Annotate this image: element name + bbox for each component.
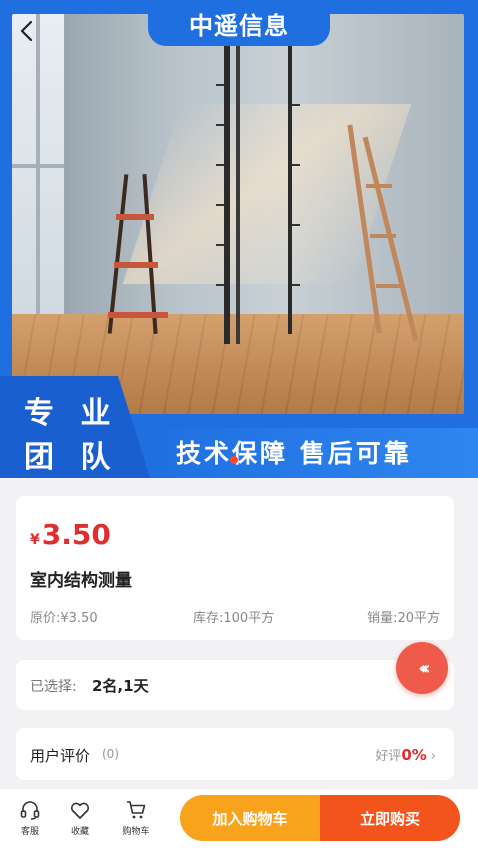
favorite-button[interactable]: 收藏 xyxy=(60,799,100,837)
headset-icon xyxy=(20,801,40,820)
selection-value: 2名,1天 xyxy=(92,677,149,695)
title-tab: 中遥信息 xyxy=(148,0,330,46)
page-title: 中遥信息 xyxy=(189,11,289,40)
good-rate-value: 0% xyxy=(401,746,427,764)
add-to-cart-button[interactable]: 加入购物车 xyxy=(180,795,320,841)
user-reviews-row[interactable]: 用户评价 (0) 好评0% › xyxy=(16,728,454,780)
carousel-indicator-dot xyxy=(230,456,238,464)
product-info-card: ¥3.50 室内结构测量 原价:¥3.50 库存:100平方 销量:20平方 xyxy=(16,496,454,640)
image-ruler xyxy=(236,44,240,344)
good-rate: 好评0% › xyxy=(375,745,436,764)
original-price: 原价:¥3.50 xyxy=(30,611,98,626)
triple-chevron-left-icon: ‹‹‹ xyxy=(418,657,430,679)
favorite-label: 收藏 xyxy=(70,827,89,837)
product-banner[interactable]: 中遥信息 专 业 团 队 技术保障 售后可靠 xyxy=(0,0,478,478)
customer-service-button[interactable]: 客服 xyxy=(10,799,50,837)
reviews-label: 用户评价 xyxy=(30,747,91,765)
service-label: 客服 xyxy=(20,827,39,837)
selection-label: 已选择: xyxy=(30,679,77,695)
good-rate-label: 好评 xyxy=(375,749,402,764)
heart-icon xyxy=(70,802,90,819)
floating-back-button[interactable]: ‹‹‹ xyxy=(396,642,448,694)
stock-info: 库存:100平方 xyxy=(193,611,275,626)
image-ladder xyxy=(347,124,419,344)
price-value: 3.50 xyxy=(41,518,111,551)
sales-info: 销量:20平方 xyxy=(367,611,440,626)
currency-symbol: ¥ xyxy=(30,532,40,548)
image-window xyxy=(12,14,70,344)
back-button[interactable] xyxy=(14,18,40,44)
slogan-line2: 团 队 xyxy=(24,440,119,475)
slogan-line1: 专 业 xyxy=(24,396,119,431)
reviews-count: (0) xyxy=(102,747,119,761)
image-ruler xyxy=(216,44,230,344)
cart-label: 购物车 xyxy=(122,827,150,837)
cart-icon xyxy=(127,801,146,819)
bottom-action-bar: 客服 收藏 购物车 加入购物车 立即购买 xyxy=(0,788,478,850)
product-image xyxy=(12,14,464,414)
slogan-text: 技术保障 售后可靠 xyxy=(176,439,412,468)
buy-now-button[interactable]: 立即购买 xyxy=(320,795,460,841)
product-name: 室内结构测量 xyxy=(30,571,132,591)
image-ladder xyxy=(107,174,168,334)
spec-selection-row[interactable]: 已选择: 2名,1天 xyxy=(16,660,454,710)
chevron-left-icon xyxy=(20,20,33,42)
chevron-right-icon: › xyxy=(430,749,436,764)
image-ruler xyxy=(288,44,300,334)
product-price: ¥3.50 xyxy=(30,518,111,551)
cart-button[interactable]: 购物车 xyxy=(116,799,156,837)
